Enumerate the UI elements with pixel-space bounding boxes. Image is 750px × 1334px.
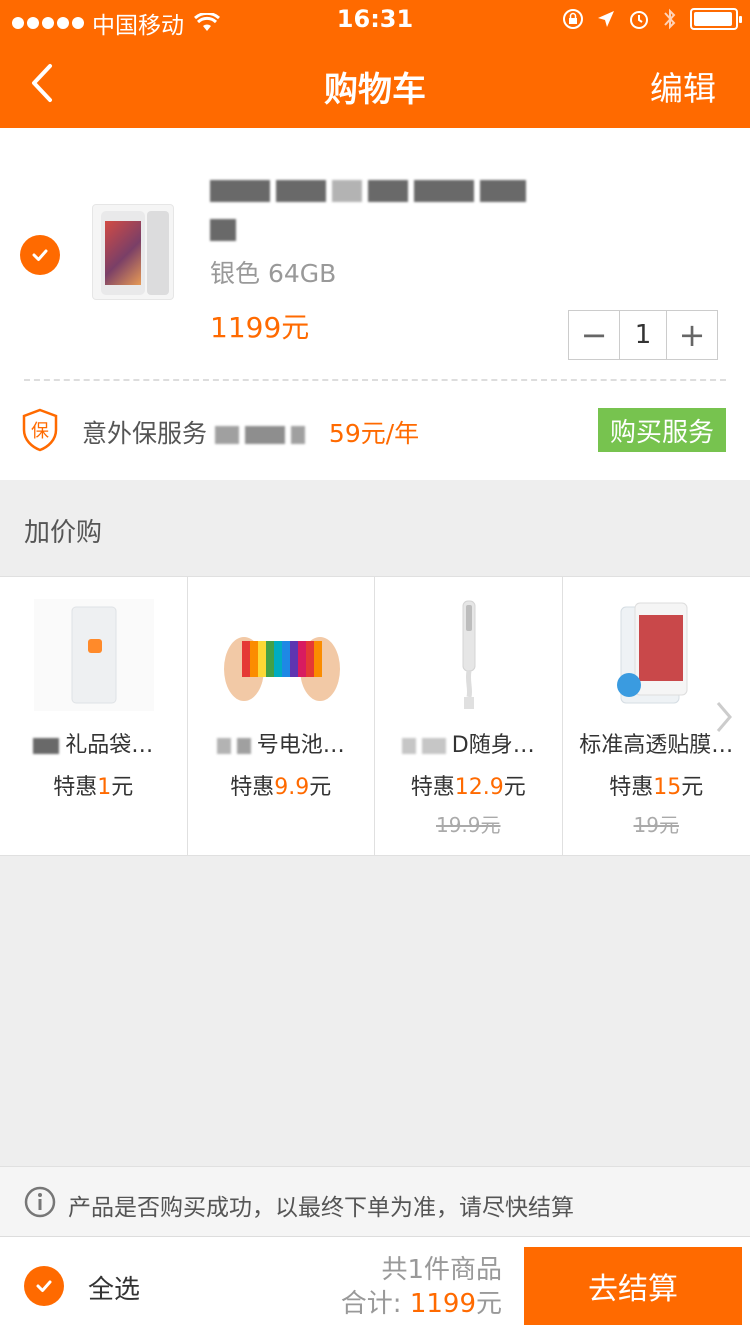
status-bar: 中国移动 16:31 [0,0,750,40]
service-name: 意外保服务 [82,419,208,448]
increase-quantity-button[interactable]: + [667,311,717,359]
order-summary: 共1件商品 合计: 1199元 [341,1253,502,1321]
buy-service-button[interactable]: 购买服务 [598,408,726,452]
notice-text: 产品是否购买成功，以最终下单为准，请尽快结算 [68,1195,574,1221]
quantity-stepper: − 1 + [568,310,718,360]
service-label: 意外保服务 59元/年 [82,414,419,450]
bluetooth-icon [664,8,676,30]
decrease-quantity-button[interactable]: − [569,311,619,359]
checkout-button[interactable]: 去结算 [524,1247,742,1325]
addon-item-name: 礼品袋… [0,727,187,759]
addon-item[interactable]: 礼品袋… 特惠1元 [0,577,188,855]
product-name[interactable] [210,172,570,244]
addon-item-price: 特惠9.9元 [230,775,332,800]
select-all-checkbox[interactable] [24,1266,64,1306]
addon-item-name: 号电池… [188,727,375,759]
usb-light-image [409,599,529,711]
alarm-icon [630,11,648,29]
checkmark-icon [36,1280,52,1292]
select-all-label[interactable]: 全选 [88,1269,140,1306]
service-price: 59元/年 [328,419,420,448]
battery-icon [690,8,742,30]
checkout-bar: 全选 共1件商品 合计: 1199元 去结算 [0,1236,750,1334]
addon-item-original-price: 19.9元 [435,813,501,837]
cart-item-card: 银色 64GB 1199元 − 1 + 保 意外保服务 59元/年 购买服务 [0,128,750,480]
total-amount: 1199 [409,1289,476,1319]
addon-item[interactable]: D随身… 特惠12.9元 19.9元 [375,577,563,855]
addon-item-name: D随身… [375,727,562,759]
addon-list: 礼品袋… 特惠1元 号电池… 特惠9.9元 D随身… 特惠12.9元 19.9元 [0,576,750,856]
product-price: 1199元 [210,311,310,344]
addon-item[interactable]: 标准高透贴膜… 特惠15元 19元 [562,577,750,855]
service-row: 保 意外保服务 59元/年 购买服务 [0,400,750,460]
chevron-right-icon[interactable] [712,697,736,737]
item-checkbox[interactable] [20,235,60,275]
page-title: 购物车 [324,70,426,110]
addon-item-price: 特惠1元 [53,775,134,800]
edit-button[interactable]: 编辑 [650,62,716,110]
item-count: 共1件商品 [381,1255,502,1285]
divider [24,379,726,381]
product-spec: 银色 64GB [210,259,337,288]
checkmark-icon [32,249,48,261]
location-arrow-icon [598,11,614,27]
addon-section-title: 加价购 [24,518,103,548]
rotation-lock-icon [563,9,583,29]
gift-bag-image [34,599,154,711]
addon-item[interactable]: 号电池… 特惠9.9元 [187,577,375,855]
notice-bar: 产品是否购买成功，以最终下单为准，请尽快结算 [0,1166,750,1236]
screen-protector-image [596,599,717,711]
addon-item-price: 特惠12.9元 [410,775,526,800]
info-icon [24,1186,56,1218]
total-line: 合计: 1199元 [340,1289,502,1319]
shield-icon: 保 [22,408,58,452]
shield-icon-text: 保 [31,421,49,442]
quantity-value[interactable]: 1 [619,311,667,359]
product-image[interactable] [92,204,174,300]
battery-pack-image [223,637,340,701]
addon-item-price: 特惠15元 [609,775,704,800]
nav-bar: 购物车 编辑 [0,40,750,128]
addon-item-original-price: 19元 [633,813,679,837]
